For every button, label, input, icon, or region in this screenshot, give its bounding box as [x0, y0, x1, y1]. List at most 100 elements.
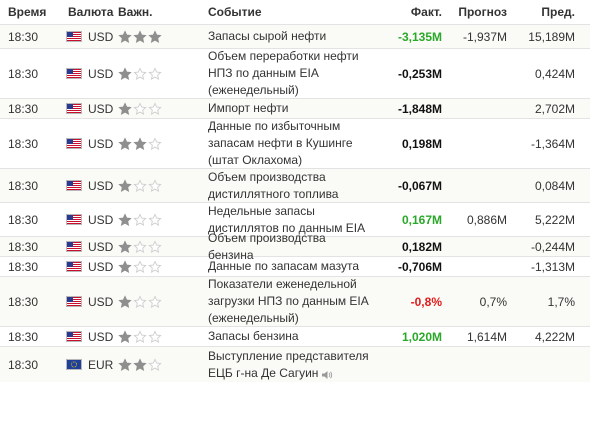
cell-event[interactable]: Запасы бензина	[200, 328, 370, 345]
cell-event[interactable]: Данные по запасам мазута	[200, 258, 370, 275]
table-row[interactable]: 18:30 USD Объем переработки нефти НПЗ по д…	[0, 48, 590, 98]
cell-event[interactable]: Показатели еженедельной загрузки НПЗ по …	[200, 276, 370, 327]
event-name[interactable]: Объем производства бензина	[208, 231, 326, 262]
star-filled-icon	[118, 212, 132, 227]
star-empty-icon	[133, 294, 147, 309]
star-empty-icon	[148, 357, 162, 372]
header-currency[interactable]: Валюта	[60, 5, 118, 19]
star-empty-icon	[133, 259, 147, 274]
cell-event[interactable]: Объем переработки нефти НПЗ по данным EI…	[200, 48, 370, 99]
event-name[interactable]: Импорт нефти	[208, 101, 288, 115]
header-event[interactable]: Событие	[200, 4, 370, 21]
cell-importance	[118, 239, 200, 254]
event-name[interactable]: Показатели еженедельной загрузки НПЗ по …	[208, 277, 368, 325]
star-empty-icon	[148, 294, 162, 309]
header-actual[interactable]: Факт.	[370, 5, 442, 19]
us-flag-icon	[66, 31, 82, 42]
cell-time: 18:30	[8, 66, 39, 81]
speaker-icon[interactable]	[321, 368, 333, 380]
cell-currency: USD	[60, 240, 118, 254]
cell-time: 18:30	[8, 357, 39, 372]
currency-code: USD	[88, 66, 114, 81]
star-empty-icon	[148, 212, 162, 227]
cell-event[interactable]: Запасы сырой нефти	[200, 28, 370, 45]
table-row[interactable]: 18:30 USD Запасы бензина 1,020M 1,614M 4,222M	[0, 326, 590, 346]
header-time[interactable]: Время	[0, 5, 60, 19]
table-row[interactable]: 18:30 USD Объем производства бензина 0,182M…	[0, 231, 590, 262]
event-name[interactable]: Объем производства дистиллятного топлива	[208, 170, 338, 201]
cell-previous: -1,364M	[530, 136, 575, 151]
table-row[interactable]: 18:30 USD Запасы сырой нефти -3,135M -1,937M…	[0, 24, 590, 48]
cell-currency: USD	[60, 102, 118, 116]
event-name[interactable]: Данные по запасам мазута	[208, 259, 359, 273]
cell-event[interactable]: Выступление представителя ЕЦБ г-на Де Са…	[200, 348, 370, 382]
star-empty-icon	[133, 329, 147, 344]
star-filled-icon	[118, 101, 132, 116]
star-filled-icon	[133, 357, 147, 372]
cell-importance	[118, 66, 200, 81]
star-empty-icon	[148, 329, 162, 344]
cell-currency: USD	[60, 30, 118, 44]
star-empty-icon	[148, 259, 162, 274]
header-forecast[interactable]: Прогноз	[442, 5, 507, 19]
cell-importance	[118, 29, 200, 44]
cell-currency: USD	[60, 137, 118, 151]
event-name[interactable]: Выступление представителя ЕЦБ г-на Де Са…	[208, 349, 369, 380]
star-empty-icon	[133, 101, 147, 116]
table-row[interactable]: 18:30 USD Импорт нефти -1,848M 2,702M	[0, 98, 590, 118]
cell-currency: USD	[60, 67, 118, 81]
cell-actual: 0,182M	[401, 239, 442, 254]
eu-flag-icon	[66, 359, 82, 370]
table-row[interactable]: 18:30 EUR Выступление представителя ЕЦБ г-…	[0, 346, 590, 382]
header-previous[interactable]: Пред.	[507, 5, 581, 19]
cell-actual: -0,067M	[397, 178, 442, 193]
cell-importance	[118, 178, 200, 193]
event-name[interactable]: Объем переработки нефти НПЗ по данным EI…	[208, 49, 359, 97]
cell-previous: 5,222M	[534, 212, 575, 227]
currency-code: USD	[88, 212, 114, 227]
cell-event[interactable]: Данные по избыточным запасам нефти в Куш…	[200, 118, 370, 169]
cell-previous: 0,424M	[534, 66, 575, 81]
star-empty-icon	[148, 178, 162, 193]
table-row[interactable]: 18:30 USD Данные по запасам мазута -0,706M -…	[0, 256, 590, 276]
currency-code: EUR	[88, 357, 114, 372]
star-filled-icon	[118, 329, 132, 344]
us-flag-icon	[66, 138, 82, 149]
cell-forecast: 0,7%	[479, 294, 507, 309]
cell-importance	[118, 101, 200, 116]
cell-time: 18:30	[8, 212, 39, 227]
cell-time: 18:30	[8, 178, 39, 193]
table-header: Время Валюта Важн. Событие Факт. Прогноз…	[0, 0, 590, 24]
cell-time: 18:30	[8, 29, 39, 44]
table-row[interactable]: 18:30 USD Объем производства дистиллятного…	[0, 168, 590, 202]
header-importance[interactable]: Важн.	[118, 5, 200, 19]
event-name[interactable]: Запасы сырой нефти	[208, 29, 326, 43]
star-filled-icon	[118, 259, 132, 274]
cell-forecast: 1,614M	[466, 329, 507, 344]
star-filled-icon	[118, 136, 132, 151]
cell-previous: 15,189M	[528, 29, 575, 44]
star-filled-icon	[133, 136, 147, 151]
currency-code: USD	[88, 259, 114, 274]
currency-code: USD	[88, 239, 114, 254]
table-row[interactable]: 18:30 USD Данные по избыточным запасам неф…	[0, 118, 590, 168]
star-filled-icon	[118, 357, 132, 372]
cell-time: 18:30	[8, 294, 39, 309]
us-flag-icon	[66, 331, 82, 342]
star-filled-icon	[118, 29, 132, 44]
star-filled-icon	[118, 294, 132, 309]
event-name[interactable]: Запасы бензина	[208, 329, 299, 343]
cell-event[interactable]: Импорт нефти	[200, 100, 370, 117]
cell-previous: -0,244M	[530, 239, 575, 254]
star-empty-icon	[148, 239, 162, 254]
star-empty-icon	[148, 101, 162, 116]
cell-event[interactable]: Объем производства дистиллятного топлива	[200, 169, 370, 203]
event-name[interactable]: Данные по избыточным запасам нефти в Куш…	[208, 119, 353, 167]
currency-code: USD	[88, 294, 114, 309]
cell-actual: -0,8%	[410, 294, 442, 309]
cell-actual: 0,198M	[401, 136, 442, 151]
star-filled-icon	[118, 178, 132, 193]
cell-currency: USD	[60, 213, 118, 227]
table-row[interactable]: 18:30 USD Показатели еженедельной загрузки…	[0, 276, 590, 326]
cell-actual: -0,253M	[397, 66, 442, 81]
